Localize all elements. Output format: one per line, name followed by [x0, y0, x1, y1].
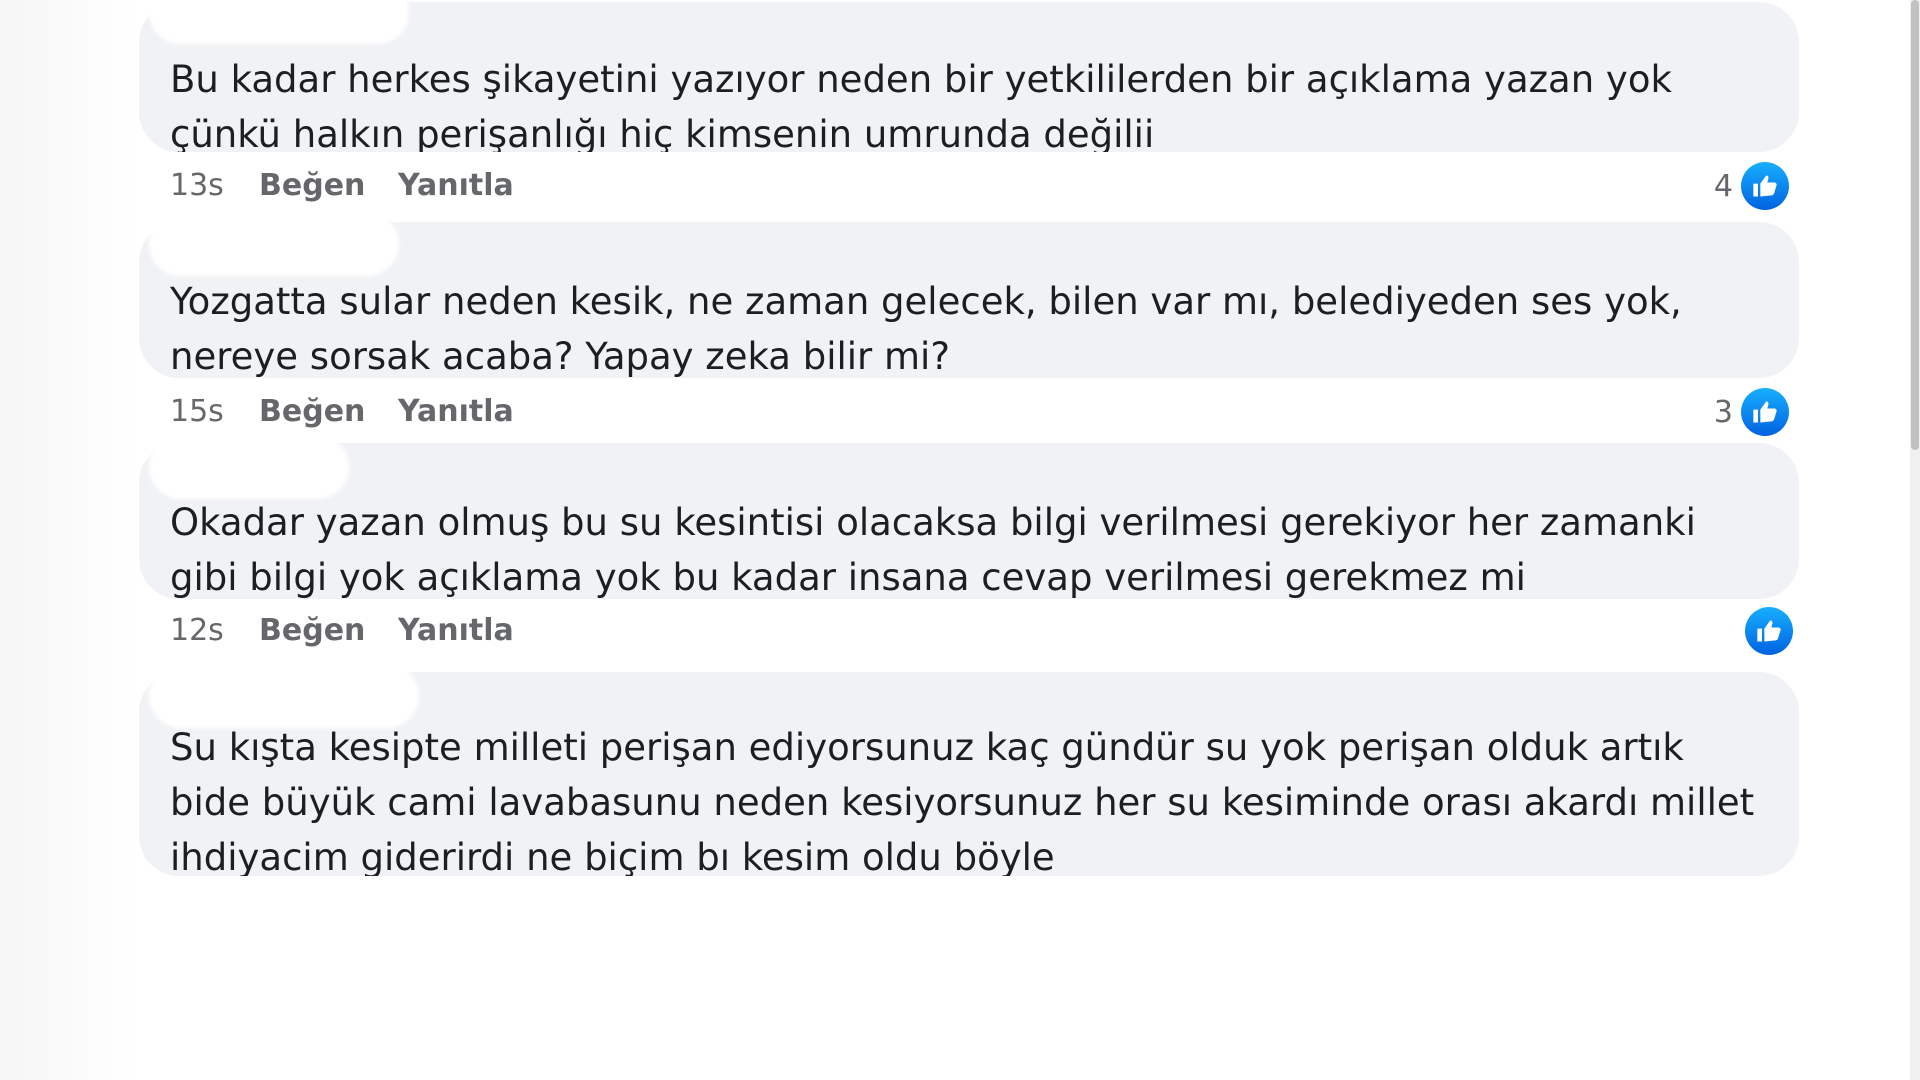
- reply-button[interactable]: Yanıtla: [398, 613, 514, 649]
- comment-actions: 12s Beğen Yanıtla: [139, 599, 1799, 671]
- reaction-summary[interactable]: 3: [1714, 388, 1789, 436]
- left-margin: [0, 0, 135, 1080]
- redacted-author-name: [149, 0, 409, 44]
- reply-button[interactable]: Yanıtla: [398, 168, 514, 204]
- reaction-summary[interactable]: 4: [1714, 162, 1789, 210]
- like-button[interactable]: Beğen: [259, 394, 365, 430]
- like-button[interactable]: Beğen: [259, 613, 365, 649]
- comment-text: Yozgatta sular neden kesik, ne zaman gel…: [170, 280, 1682, 378]
- comment-1: Bu kadar herkes şikayetini yazıyor neden…: [139, 0, 1799, 222]
- comment-2: Yozgatta sular neden kesik, ne zaman gel…: [139, 212, 1799, 448]
- like-thumb-icon: [1741, 162, 1789, 210]
- reaction-count: 4: [1713, 168, 1733, 204]
- like-thumb-icon: [1745, 607, 1793, 655]
- comment-4: Su kışta kesipte milleti perişan ediyors…: [139, 664, 1799, 876]
- comments-page: Bu kadar herkes şikayetini yazıyor neden…: [0, 0, 1920, 1080]
- comment-text: Bu kadar herkes şikayetini yazıyor neden…: [170, 58, 1672, 152]
- redacted-author-name: [149, 435, 349, 499]
- scrollbar[interactable]: [1910, 0, 1920, 1080]
- redacted-author-name: [149, 212, 399, 276]
- comment-timestamp[interactable]: 15s: [170, 394, 224, 430]
- scrollbar-thumb[interactable]: [1911, 0, 1919, 450]
- reaction-summary[interactable]: [1737, 607, 1793, 655]
- reply-button[interactable]: Yanıtla: [398, 394, 514, 430]
- like-button[interactable]: Beğen: [259, 168, 365, 204]
- comment-actions: 15s Beğen Yanıtla 3: [139, 378, 1799, 448]
- comment-text: Okadar yazan olmuş bu su kesintisi olaca…: [170, 501, 1696, 599]
- comment-actions: 13s Beğen Yanıtla 4: [139, 152, 1799, 222]
- comment-timestamp[interactable]: 13s: [170, 168, 224, 204]
- redacted-author-name: [149, 664, 419, 728]
- reaction-count: 3: [1713, 394, 1733, 430]
- comment-timestamp[interactable]: 12s: [170, 613, 224, 649]
- comment-3: Okadar yazan olmuş bu su kesintisi olaca…: [139, 435, 1799, 671]
- comment-text: Su kışta kesipte milleti perişan ediyors…: [170, 726, 1755, 876]
- like-thumb-icon: [1741, 388, 1789, 436]
- comment-bubble: Okadar yazan olmuş bu su kesintisi olaca…: [139, 443, 1799, 599]
